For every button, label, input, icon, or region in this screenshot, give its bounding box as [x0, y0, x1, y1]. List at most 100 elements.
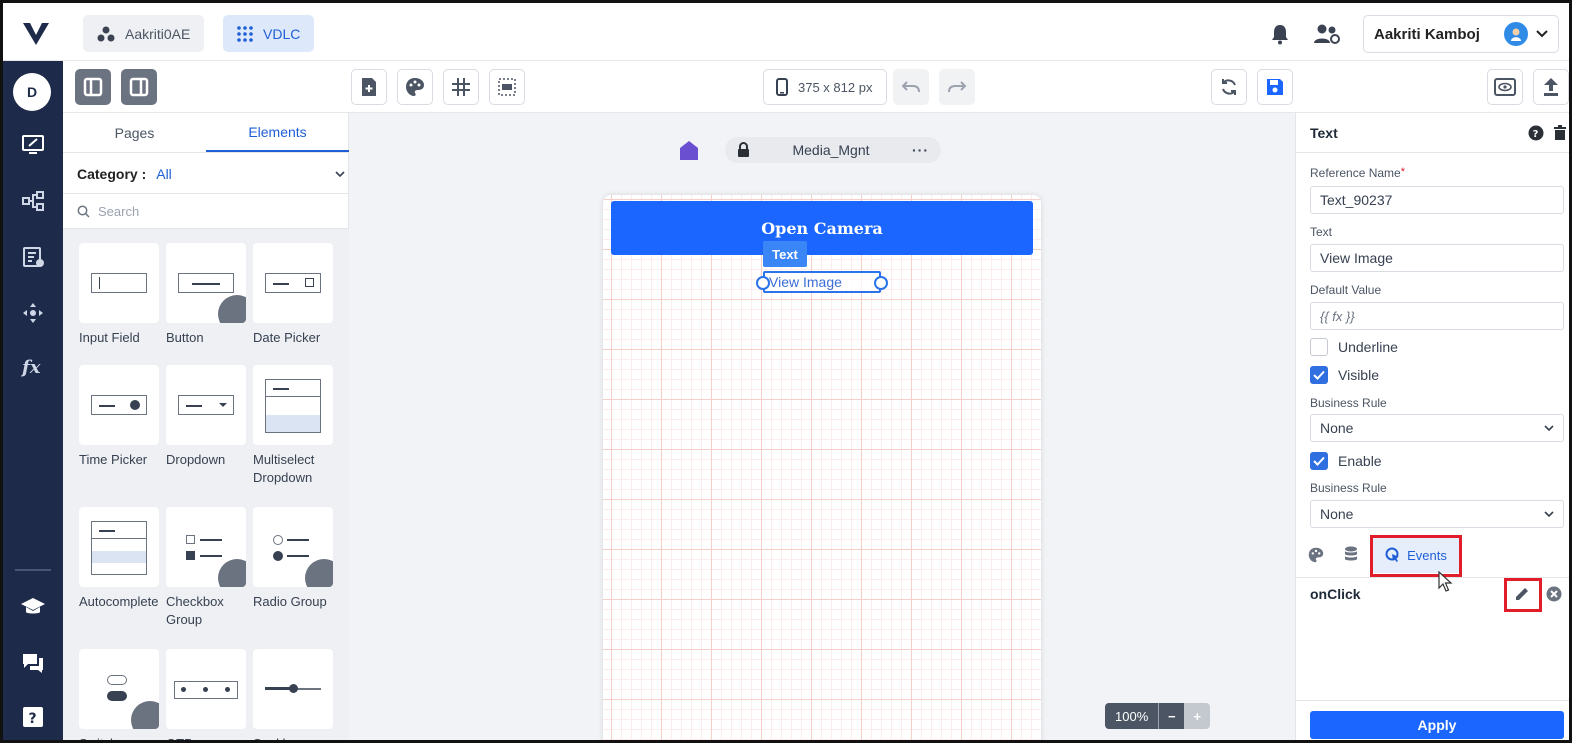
visible-checkbox[interactable]: Visible [1310, 366, 1379, 384]
page-selector[interactable]: Media_Mgnt ··· [725, 137, 941, 163]
category-label: Category : [77, 166, 147, 182]
tab-pages[interactable]: Pages [63, 113, 206, 152]
default-value-field[interactable]: {{ fx }} [1310, 302, 1564, 330]
nav-functions-icon[interactable]: fx [17, 351, 49, 383]
element-label: Checkbox Group [166, 594, 224, 627]
element-card-seekbar[interactable] [253, 649, 333, 729]
element-card-time-picker[interactable] [79, 365, 159, 445]
delete-icon[interactable] [1554, 125, 1566, 140]
element-card-autocomplete[interactable] [79, 507, 159, 587]
panel-tabs: Pages Elements [63, 113, 349, 153]
default-value-label: Default Value [1310, 283, 1382, 297]
element-label: Button [166, 330, 204, 345]
enable-checkbox[interactable]: Enable [1310, 452, 1382, 470]
element-label: OTP [166, 735, 252, 740]
element-card-date-picker[interactable] [253, 243, 333, 323]
reference-name-label-text: Reference Name [1310, 166, 1401, 180]
publish-button[interactable] [1533, 69, 1569, 105]
enable-label: Enable [1338, 453, 1382, 469]
element-label: Date Picker [253, 330, 321, 345]
user-menu[interactable]: Aakriti Kamboj [1363, 15, 1559, 53]
tab-elements[interactable]: Elements [206, 113, 349, 152]
element-card-radio-group[interactable] [253, 507, 333, 587]
zoom-out-button[interactable]: − [1158, 703, 1185, 729]
redo-button[interactable] [939, 69, 975, 105]
chevron-down-icon [1544, 424, 1554, 431]
nav-divider [15, 569, 51, 571]
app-switcher[interactable]: VDLC [223, 15, 315, 52]
phone-frame: Open Camera Text View Image [603, 195, 1041, 740]
zoom-control: 100% − + [1105, 703, 1211, 729]
element-card-checkbox-group[interactable] [166, 507, 246, 587]
notification-bell-icon[interactable] [1269, 23, 1291, 45]
view-image-text-label: View Image [769, 274, 842, 290]
data-source-icon[interactable] [1344, 546, 1358, 564]
element-card-dropdown[interactable] [166, 365, 246, 445]
help-icon[interactable]: ? [1528, 125, 1544, 141]
nav-integrations-icon[interactable] [17, 297, 49, 329]
divider [1296, 700, 1569, 701]
element-card-switch[interactable] [79, 649, 159, 729]
element-card-multiselect-dropdown[interactable] [253, 365, 333, 445]
premium-badge-icon [131, 701, 159, 729]
theme-palette-button[interactable] [397, 69, 433, 105]
org-icon [97, 26, 115, 41]
page-name: Media_Mgnt [792, 142, 870, 158]
search-icon [77, 205, 90, 218]
app-label: VDLC [263, 25, 301, 42]
business-rule-select[interactable]: None [1310, 414, 1564, 442]
element-card-input-field[interactable] [79, 243, 159, 323]
apps-grid-icon [237, 25, 253, 42]
checkbox-unchecked-icon [1310, 338, 1328, 356]
required-marker: * [1400, 166, 1405, 178]
grid-toggle-button[interactable] [443, 69, 479, 105]
element-search[interactable]: Search [63, 193, 349, 229]
chevron-down-icon [1536, 30, 1548, 38]
top-bar: Aakriti0AE VDLC Aakriti Kamboj [3, 3, 1569, 61]
text-value-field[interactable]: View Image [1310, 244, 1564, 272]
resize-handle-left[interactable] [756, 276, 770, 290]
layout-outline-button[interactable] [489, 69, 525, 105]
style-palette-icon[interactable] [1308, 547, 1324, 563]
business-rule-select[interactable]: None [1310, 500, 1564, 528]
save-button[interactable] [1257, 69, 1293, 105]
page-more-icon[interactable]: ··· [912, 142, 929, 158]
home-page-icon[interactable] [679, 140, 699, 162]
nav-learn-icon[interactable] [17, 591, 49, 623]
add-page-button[interactable] [351, 69, 387, 105]
element-card-button[interactable] [166, 243, 246, 323]
chevron-down-icon [1544, 510, 1554, 517]
open-camera-button[interactable]: Open Camera [611, 201, 1033, 255]
underline-label: Underline [1338, 339, 1398, 355]
category-filter[interactable]: Category : All [77, 161, 345, 187]
properties-title: Text [1310, 124, 1338, 141]
nav-forms-icon[interactable] [17, 241, 49, 273]
nav-design-icon[interactable] [17, 129, 49, 161]
users-settings-icon[interactable] [1313, 23, 1341, 45]
refresh-button[interactable] [1211, 69, 1247, 105]
nav-workflow-icon[interactable] [17, 185, 49, 217]
nav-help-icon[interactable]: ? [17, 701, 49, 733]
resize-handle-right[interactable] [874, 276, 888, 290]
undo-button[interactable] [893, 69, 929, 105]
mouse-pointer-icon [1438, 571, 1453, 592]
toggle-left-panel-button[interactable] [75, 69, 111, 105]
element-card-otp[interactable] [166, 649, 246, 729]
apply-button[interactable]: Apply [1310, 711, 1564, 739]
remove-event-icon[interactable] [1546, 586, 1562, 602]
device-size-selector[interactable]: 375 x 812 px [763, 69, 887, 105]
properties-panel: Text ? Reference Name* Text_90237 Text V… [1295, 113, 1569, 740]
workspace-avatar[interactable]: D [13, 73, 51, 111]
business-rule-value: None [1320, 420, 1354, 436]
toggle-right-panel-button[interactable] [121, 69, 157, 105]
preview-button[interactable] [1487, 69, 1523, 105]
vdlc-logo[interactable] [21, 19, 51, 47]
zoom-in-button[interactable]: + [1184, 703, 1211, 729]
reference-name-label: Reference Name* [1310, 166, 1405, 180]
element-label: Multiselect Dropdown [253, 452, 315, 485]
view-image-text[interactable]: View Image [756, 271, 888, 293]
reference-name-field[interactable]: Text_90237 [1310, 186, 1564, 214]
org-switcher[interactable]: Aakriti0AE [83, 15, 205, 52]
underline-checkbox[interactable]: Underline [1310, 338, 1398, 356]
nav-chat-icon[interactable] [17, 647, 49, 679]
